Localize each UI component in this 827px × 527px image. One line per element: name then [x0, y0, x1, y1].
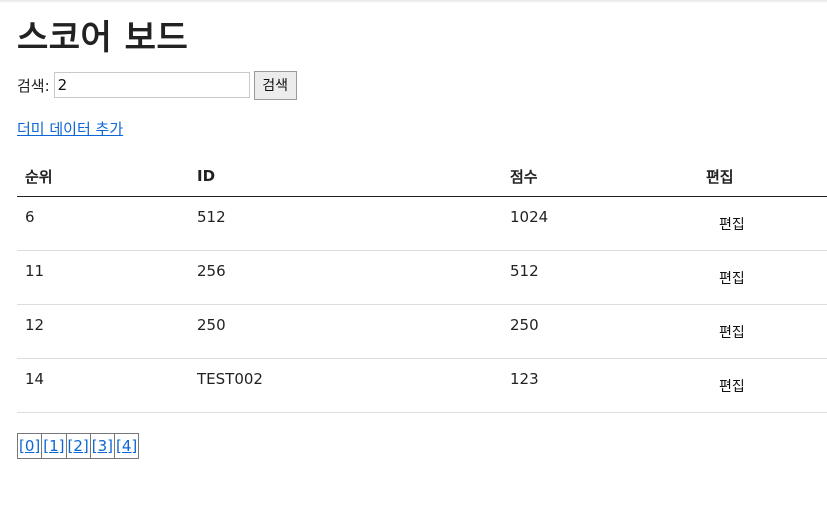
page-link-3[interactable]: [3]	[91, 434, 115, 458]
cell-edit: 편집	[698, 358, 827, 413]
cell-id: 512	[189, 196, 502, 251]
cell-edit: 편집	[698, 304, 827, 359]
page-link-4[interactable]: [4]	[115, 434, 138, 458]
cell-score: 512	[502, 250, 698, 305]
cell-id: 250	[189, 304, 502, 359]
cell-rank: 14	[17, 358, 189, 413]
header-edit: 편집	[698, 156, 827, 197]
add-dummy-data-link[interactable]: 더미 데이터 추가	[17, 118, 123, 139]
table-row: 12 250 250 편집	[17, 304, 827, 359]
cell-score: 250	[502, 304, 698, 359]
cell-score: 1024	[502, 196, 698, 251]
pagination: [0] [1] [2] [3] [4]	[17, 433, 140, 459]
table-row: 14 TEST002 123 편집	[17, 358, 827, 413]
score-table: 순위 ID 점수 편집 6 512 1024 편집 11 256 512 편집	[17, 156, 827, 413]
header-rank: 순위	[17, 156, 189, 197]
edit-button[interactable]: 편집	[711, 264, 753, 292]
search-bar: 검색: 검색	[17, 70, 297, 100]
header-id: ID	[189, 156, 502, 197]
cell-id: TEST002	[189, 358, 502, 413]
cell-edit: 편집	[698, 250, 827, 305]
cell-rank: 12	[17, 304, 189, 359]
edit-button[interactable]: 편집	[711, 210, 753, 238]
search-input[interactable]	[53, 72, 250, 98]
page-link-2[interactable]: [2]	[67, 434, 91, 458]
cell-rank: 6	[17, 196, 189, 251]
top-edge	[0, 0, 827, 3]
table-row: 11 256 512 편집	[17, 250, 827, 305]
header-score: 점수	[502, 156, 698, 197]
cell-rank: 11	[17, 250, 189, 305]
cell-id: 256	[189, 250, 502, 305]
page-link-0[interactable]: [0]	[18, 434, 43, 458]
cell-score: 123	[502, 358, 698, 413]
search-button[interactable]: 검색	[253, 70, 297, 100]
page-title: 스코어 보드	[17, 18, 189, 58]
page-link-1[interactable]: [1]	[42, 434, 67, 458]
table-header-row: 순위 ID 점수 편집	[17, 156, 827, 197]
cell-edit: 편집	[698, 196, 827, 251]
table-row: 6 512 1024 편집	[17, 196, 827, 251]
edit-button[interactable]: 편집	[711, 318, 753, 346]
edit-button[interactable]: 편집	[711, 372, 753, 400]
search-label: 검색:	[17, 76, 50, 95]
